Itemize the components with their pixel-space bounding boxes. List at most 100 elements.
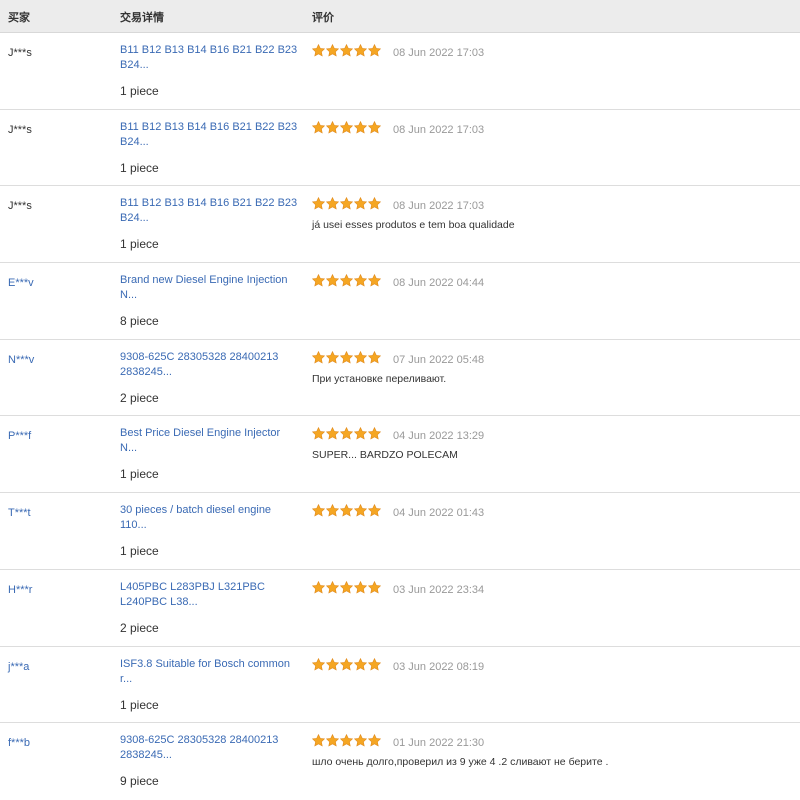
star-icon bbox=[340, 504, 353, 517]
star-icon bbox=[312, 657, 325, 670]
buyer-name[interactable]: j***a bbox=[8, 661, 29, 673]
table-row: E***v Brand new Diesel Engine Injection N… bbox=[0, 263, 800, 340]
star-icon bbox=[368, 657, 381, 670]
buyer-name[interactable]: N***v bbox=[8, 354, 34, 366]
review-date: 08 Jun 2022 17:03 bbox=[393, 123, 485, 136]
star-icon bbox=[312, 44, 325, 57]
product-link[interactable]: ISF3.8 Suitable for Bosch common r... bbox=[120, 657, 300, 687]
star-icon bbox=[340, 197, 353, 210]
table-header: 买家 交易详情 评价 bbox=[0, 0, 800, 33]
quantity: 1 piece bbox=[120, 84, 159, 98]
product-link[interactable]: 9308-625C 28305328 28400213 2838245... bbox=[120, 350, 300, 380]
star-icon bbox=[340, 657, 353, 670]
star-rating bbox=[312, 197, 381, 213]
table-row: f***b 9308-625C 28305328 28400213 2838245… bbox=[0, 723, 800, 800]
star-rating bbox=[312, 427, 381, 443]
review-date: 03 Jun 2022 08:19 bbox=[393, 660, 485, 673]
review-date: 08 Jun 2022 04:44 bbox=[393, 277, 485, 290]
buyer-name[interactable]: f***b bbox=[8, 737, 30, 749]
review-date: 08 Jun 2022 17:03 bbox=[393, 47, 485, 59]
buyer-name: J***s bbox=[8, 123, 32, 136]
table-row: P***f Best Price Diesel Engine Injector N… bbox=[0, 416, 800, 494]
review-comment: При установке переливают. bbox=[312, 372, 447, 385]
review-date: 04 Jun 2022 01:43 bbox=[393, 507, 485, 520]
star-rating bbox=[312, 580, 381, 597]
star-icon bbox=[354, 657, 367, 670]
quantity: 1 piece bbox=[120, 544, 159, 559]
star-icon bbox=[326, 44, 339, 57]
star-icon bbox=[368, 580, 381, 594]
buyer-name: J***s bbox=[8, 47, 32, 59]
buyer-name[interactable]: E***v bbox=[8, 277, 34, 289]
product-link[interactable]: B11 B12 B13 B14 B16 B21 B22 B23 B24... bbox=[120, 196, 300, 226]
star-icon bbox=[340, 44, 353, 57]
quantity: 2 piece bbox=[120, 620, 159, 635]
star-icon bbox=[354, 427, 367, 440]
quantity: 1 piece bbox=[120, 237, 159, 252]
star-icon bbox=[326, 504, 339, 517]
star-rating bbox=[312, 120, 381, 137]
star-icon bbox=[368, 274, 381, 287]
star-icon bbox=[326, 274, 339, 287]
product-link[interactable]: Brand new Diesel Engine Injection N... bbox=[120, 273, 300, 303]
review-comment: SUPER... BARDZO POLECAM bbox=[312, 449, 458, 462]
product-link[interactable]: B11 B12 B13 B14 B16 B21 B22 B23 B24... bbox=[120, 43, 300, 73]
table-row: N***v 9308-625C 28305328 28400213 2838245… bbox=[0, 340, 800, 417]
star-icon bbox=[312, 427, 325, 440]
feedback-table: 买家 交易详情 评价 J***s B11 B12 B13 B14 B16 B21 … bbox=[0, 0, 800, 800]
review-date: 01 Jun 2022 21:30 bbox=[393, 737, 485, 750]
star-rating bbox=[312, 657, 381, 674]
quantity: 9 piece bbox=[120, 774, 159, 789]
star-icon bbox=[326, 734, 339, 747]
star-icon bbox=[312, 120, 325, 134]
star-icon bbox=[368, 350, 381, 364]
review-date: 08 Jun 2022 17:03 bbox=[393, 200, 485, 213]
star-icon bbox=[326, 120, 339, 134]
star-icon bbox=[354, 44, 367, 57]
star-icon bbox=[354, 120, 367, 134]
star-icon bbox=[340, 427, 353, 440]
table-row: j***a ISF3.8 Suitable for Bosch common r.… bbox=[0, 647, 800, 724]
star-icon bbox=[326, 197, 339, 210]
star-icon bbox=[368, 120, 381, 134]
star-icon bbox=[354, 274, 367, 287]
product-link[interactable]: 9308-625C 28305328 28400213 2838245... bbox=[120, 733, 300, 763]
quantity: 1 piece bbox=[120, 697, 159, 712]
star-icon bbox=[326, 427, 339, 440]
star-icon bbox=[354, 350, 367, 364]
product-link[interactable]: 30 pieces / batch diesel engine 110... bbox=[120, 503, 300, 533]
star-icon bbox=[340, 734, 353, 747]
star-icon bbox=[312, 580, 325, 594]
star-icon bbox=[340, 580, 353, 594]
review-date: 04 Jun 2022 13:29 bbox=[393, 430, 485, 443]
star-icon bbox=[312, 274, 325, 287]
star-icon bbox=[354, 734, 367, 747]
review-column-header: 评价 bbox=[312, 12, 334, 24]
star-icon bbox=[326, 580, 339, 594]
review-date: 03 Jun 2022 23:34 bbox=[393, 583, 485, 596]
star-icon bbox=[368, 734, 381, 747]
detail-column-header: 交易详情 bbox=[120, 12, 164, 24]
star-icon bbox=[312, 504, 325, 517]
review-comment: шло очень долго,проверил из 9 уже 4 .2 с… bbox=[312, 756, 609, 769]
star-icon bbox=[340, 350, 353, 364]
product-link[interactable]: B11 B12 B13 B14 B16 B21 B22 B23 B24... bbox=[120, 120, 300, 150]
quantity: 1 piece bbox=[120, 467, 159, 482]
buyer-name[interactable]: H***r bbox=[8, 584, 32, 596]
product-link[interactable]: Best Price Diesel Engine Injector N... bbox=[120, 426, 300, 456]
star-icon bbox=[354, 197, 367, 210]
buyer-name[interactable]: P***f bbox=[8, 430, 31, 442]
buyer-name: J***s bbox=[8, 200, 32, 213]
star-icon bbox=[368, 197, 381, 210]
star-icon bbox=[340, 274, 353, 287]
star-rating bbox=[312, 350, 381, 367]
star-icon bbox=[354, 580, 367, 594]
star-icon bbox=[312, 350, 325, 364]
buyer-name[interactable]: T***t bbox=[8, 507, 31, 519]
table-row: J***s B11 B12 B13 B14 B16 B21 B22 B23 B24… bbox=[0, 110, 800, 187]
star-rating bbox=[312, 274, 381, 290]
table-row: J***s B11 B12 B13 B14 B16 B21 B22 B23 B24… bbox=[0, 186, 800, 264]
product-link[interactable]: L405PBC L283PBJ L321PBC L240PBC L38... bbox=[120, 580, 300, 610]
star-icon bbox=[354, 504, 367, 517]
quantity: 1 piece bbox=[120, 160, 159, 175]
